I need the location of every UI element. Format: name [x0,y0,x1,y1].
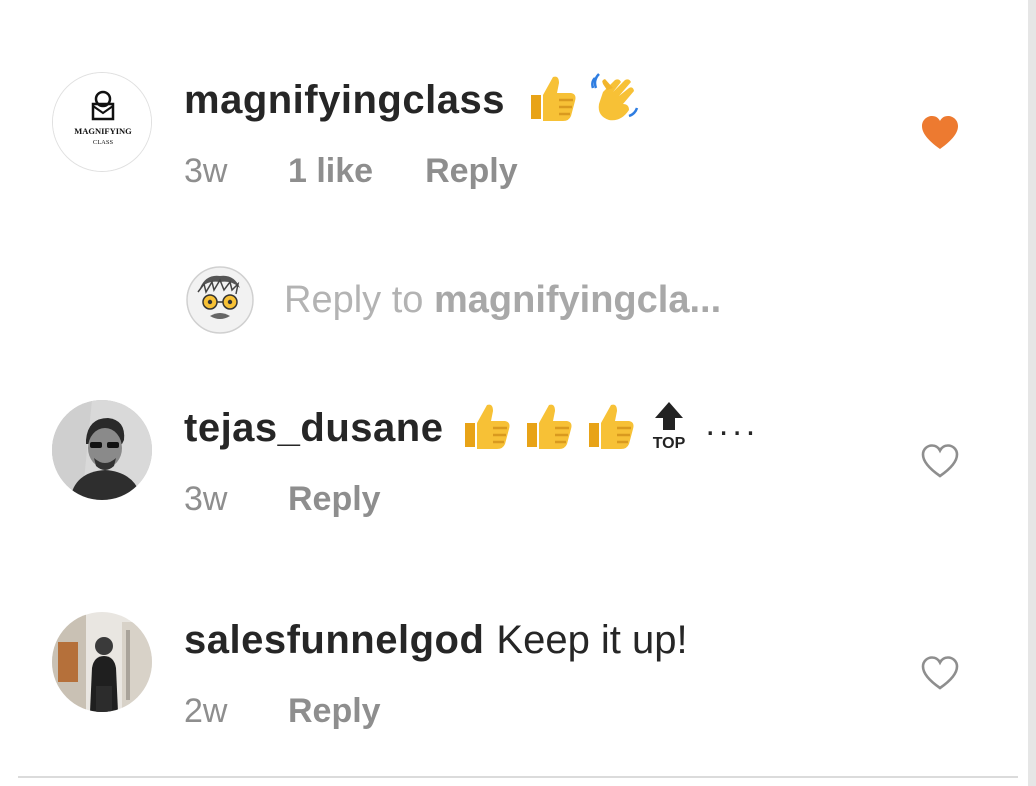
scroll-edge [1028,0,1036,786]
divider [18,776,1018,778]
avatar[interactable] [52,612,152,712]
avatar[interactable]: MAGNIFYING CLASS [52,72,152,172]
thumbs-up-icon [457,401,511,456]
reply-button[interactable]: Reply [288,692,381,731]
like-heart-button[interactable] [920,442,960,482]
comment-username[interactable]: magnifyingclass [184,78,505,123]
magnifyingclass-logo-icon: MAGNIFYING CLASS [53,73,151,171]
comment-line: salesfunnelgod Keep it up! [184,610,688,670]
comment-username[interactable]: tejas_dusane [184,406,443,451]
comment-trailing-text: .... [705,404,760,443]
current-user-avatar [186,266,254,334]
reply-input-row[interactable]: Reply to magnifyingcla... [186,266,721,334]
reply-placeholder-target: magnifyingcla... [433,278,722,321]
heart-outline-icon [921,444,959,478]
comment-meta: 3w 1 like Reply [184,152,518,191]
comment-meta: 2w Reply [184,692,381,731]
top-emoji-label: TOP [653,435,686,452]
comment-line: magnifyingclass [184,70,643,130]
reply-input-placeholder: Reply to magnifyingcla... [284,279,721,322]
comment-likes[interactable]: 1 like [288,152,373,191]
avatar-text-top: MAGNIFYING [74,126,132,136]
reply-placeholder-prefix: Reply to [284,278,434,321]
avatar-text-bottom: CLASS [93,139,114,146]
comment-time: 3w [184,152,228,190]
user-photo-icon [52,400,152,500]
comment-text: Keep it up! [496,617,688,662]
top-arrow-icon: TOP [647,400,691,457]
comment-meta: 3w Reply [184,480,381,519]
user-photo-icon [52,612,152,712]
thumbs-up-icon [519,401,573,456]
like-heart-button[interactable] [920,654,960,694]
reply-button[interactable]: Reply [288,480,381,519]
comment-time: 3w [184,480,228,518]
heart-outline-icon [921,656,959,690]
like-heart-button[interactable] [920,114,960,154]
thumbs-up-icon [581,401,635,456]
comments-panel: MAGNIFYING CLASS magnifyingclass 3w 1 li… [0,0,1036,786]
thumbs-up-icon [523,73,577,128]
comment-time: 2w [184,692,228,730]
comment-username[interactable]: salesfunnelgod [184,618,484,663]
reply-button[interactable]: Reply [425,152,518,191]
avatar[interactable] [52,400,152,500]
waving-hand-icon [585,70,643,131]
heart-filled-icon [922,116,958,149]
comment-line: tejas_dusane TOP .... [184,398,759,458]
